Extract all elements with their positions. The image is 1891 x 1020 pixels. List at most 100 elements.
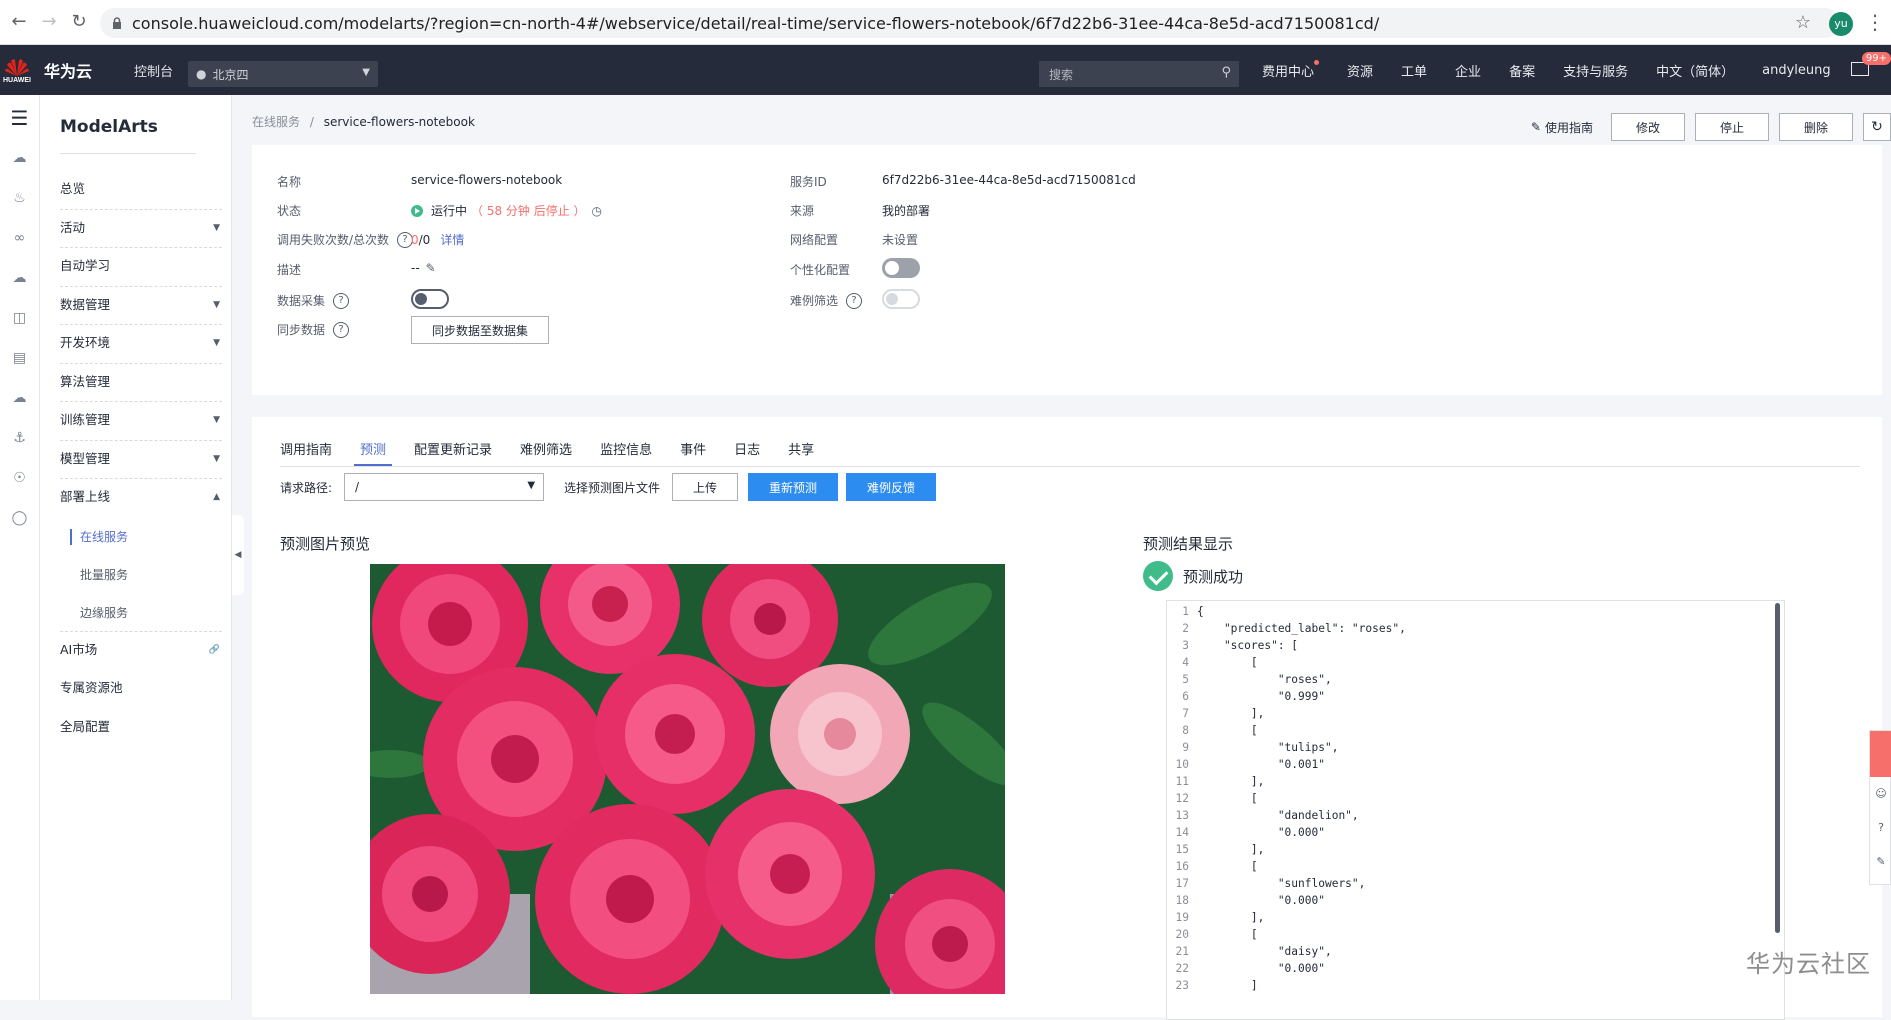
sidebar-item-auto-learning[interactable]: 自动学习 (60, 248, 222, 287)
sidebar-item-global-config[interactable]: 全局配置 (60, 709, 222, 748)
sidebar-item-models[interactable]: 模型管理 ▼ (60, 441, 222, 479)
sidebar-item-overview[interactable]: 总览 (60, 171, 222, 210)
search-input[interactable]: 搜索 ⚲ (1039, 61, 1239, 87)
network-icon[interactable]: ∞ (11, 229, 29, 247)
sidebar-collapse-handle[interactable]: ◀ (232, 515, 244, 595)
sidebar-item-algorithms[interactable]: 算法管理 (60, 364, 222, 402)
modify-button[interactable]: 修改 (1611, 113, 1685, 141)
sidebar-subitem-edge-service[interactable]: 边缘服务 (60, 594, 222, 632)
huawei-logo[interactable]: HUAWEI (0, 50, 34, 90)
request-path-select[interactable]: / ▼ (344, 473, 545, 501)
refresh-icon[interactable]: ↻ (1863, 113, 1891, 141)
help-icon[interactable]: ? (846, 292, 863, 309)
help-float-icon[interactable]: ? (1870, 811, 1891, 845)
code-text: [ (1197, 792, 1258, 805)
region-select[interactable]: ● 北京四 ▼ (188, 61, 378, 87)
side-menu-list: 总览 活动 ▼ 自动学习 数据管理 ▼ 开发环境 ▼ 算法管理 训练管理 ▼ 模型管理 ▼… (60, 171, 222, 747)
document-icon[interactable]: ▤ (11, 349, 29, 367)
upload-button[interactable]: 上传 (672, 473, 739, 501)
line-number: 2 (1182, 622, 1189, 635)
edit-pencil-icon[interactable]: ✎ (426, 261, 436, 275)
usage-guide-link[interactable]: 使用指南 (1545, 119, 1593, 136)
address-bar[interactable]: console.huaweicloud.com/modelarts/?regio… (100, 8, 1840, 38)
cloud-compute-icon[interactable]: ☁ (11, 149, 29, 167)
topnav-enterprise[interactable]: 企业 (1455, 61, 1481, 80)
code-line: 17 "sunflowers", (1167, 875, 1784, 892)
topnav-filing[interactable]: 备案 (1509, 61, 1535, 80)
stop-button[interactable]: 停止 (1695, 113, 1769, 141)
sidebar-item-deploy[interactable]: 部署上线 ▲ (60, 479, 222, 518)
description-label: 描述 (277, 263, 302, 277)
topnav-language[interactable]: 中文（简体） (1656, 61, 1734, 80)
edit-float-icon[interactable]: ✎ (1870, 845, 1891, 879)
tab-events[interactable]: 事件 (680, 439, 706, 466)
sidebar-item-label: 专属资源池 (60, 680, 123, 695)
tab-logs[interactable]: 日志 (734, 439, 760, 466)
tab-hard-examples[interactable]: 难例筛选 (520, 439, 572, 466)
tab-call-guide[interactable]: 调用指南 (280, 439, 332, 466)
sidebar-item-data-management[interactable]: 数据管理 ▼ (60, 287, 222, 325)
data-collection-label: 数据采集 (277, 294, 326, 308)
reload-icon[interactable]: ↻ (68, 11, 90, 33)
hard-example-toggle[interactable] (882, 289, 920, 309)
breadcrumb-parent[interactable]: 在线服务 (252, 115, 300, 129)
browser-menu-icon[interactable]: ⋮ (1865, 10, 1885, 34)
brand-name[interactable]: 华为云 (44, 58, 92, 82)
line-number: 23 (1175, 979, 1189, 992)
help-icon[interactable]: ? (333, 321, 350, 338)
sidebar-item-label: 算法管理 (60, 373, 111, 389)
hamburger-menu-icon[interactable]: ☰ (11, 108, 29, 128)
database-icon[interactable]: ◫ (11, 309, 29, 327)
sync-to-dataset-button[interactable]: 同步数据至数据集 (411, 316, 549, 344)
cluster-icon[interactable]: ♨ (11, 189, 29, 207)
sidebar-item-dev-env[interactable]: 开发环境 ▼ (60, 325, 222, 364)
code-text: [ (1197, 724, 1258, 737)
sync-data-label: 同步数据 (277, 323, 326, 337)
sidebar-item-training[interactable]: 训练管理 ▼ (60, 402, 222, 441)
timer-icon[interactable]: ◷ (592, 204, 602, 218)
search-icon[interactable]: ⚲ (1221, 65, 1231, 80)
back-icon[interactable]: ← (8, 11, 30, 33)
line-number: 17 (1175, 877, 1189, 890)
line-number: 22 (1175, 962, 1189, 975)
anchor-icon[interactable]: ⚓ (11, 429, 29, 447)
topnav-username[interactable]: andyleung (1762, 63, 1831, 78)
cloud-storage-icon[interactable]: ☁ (11, 269, 29, 287)
globe-icon[interactable]: ☉ (11, 469, 29, 487)
topnav-tickets[interactable]: 工单 (1401, 61, 1427, 80)
profile-avatar[interactable]: yu (1829, 12, 1853, 36)
data-collection-toggle[interactable] (411, 289, 449, 309)
sidebar-item-dedicated-pool[interactable]: 专属资源池 (60, 670, 222, 709)
more-services-icon[interactable]: ◯ (11, 509, 29, 527)
tab-config-history[interactable]: 配置更新记录 (414, 439, 492, 466)
sidebar-subitem-online-service[interactable]: 在线服务 (60, 518, 222, 556)
cloud-service-icon[interactable]: ☁ (11, 389, 29, 407)
sidebar-item-ai-market[interactable]: AI市场 🔗 (60, 632, 222, 671)
topnav-billing[interactable]: 费用中心 (1262, 61, 1314, 80)
code-line: 19 ], (1167, 909, 1784, 926)
tab-monitoring[interactable]: 监控信息 (600, 439, 652, 466)
prediction-json-viewer[interactable]: 1{2 "predicted_label": "roses", 3 "scores… (1166, 600, 1785, 1020)
tab-predict[interactable]: 预测 (354, 439, 393, 466)
console-link[interactable]: 控制台 (134, 61, 173, 80)
topnav-resources[interactable]: 资源 (1347, 61, 1373, 80)
sidebar-item-activity[interactable]: 活动 ▼ (60, 210, 222, 248)
help-icon[interactable]: ? (333, 292, 350, 309)
delete-button[interactable]: 删除 (1779, 113, 1853, 141)
smile-icon[interactable]: ☺ (1870, 777, 1891, 811)
sidebar-item-label: AI市场 (60, 641, 98, 657)
personalization-toggle[interactable] (882, 258, 920, 278)
calls-detail-link[interactable]: 详情 (440, 231, 464, 248)
code-line: 12 [ (1167, 790, 1784, 807)
topnav-support[interactable]: 支持与服务 (1563, 61, 1628, 80)
line-number: 11 (1175, 775, 1189, 788)
sidebar-subitem-batch-service[interactable]: 批量服务 (60, 556, 222, 594)
code-scrollbar[interactable] (1775, 603, 1780, 933)
bookmark-star-icon[interactable]: ☆ (1795, 12, 1811, 33)
hard-example-feedback-button[interactable]: 难例反馈 (846, 473, 937, 501)
repredict-button[interactable]: 重新预测 (748, 473, 839, 501)
running-status-icon (411, 204, 423, 217)
feedback-float-button[interactable] (1870, 731, 1891, 777)
forward-icon[interactable]: → (38, 11, 60, 33)
tab-share[interactable]: 共享 (788, 439, 814, 466)
